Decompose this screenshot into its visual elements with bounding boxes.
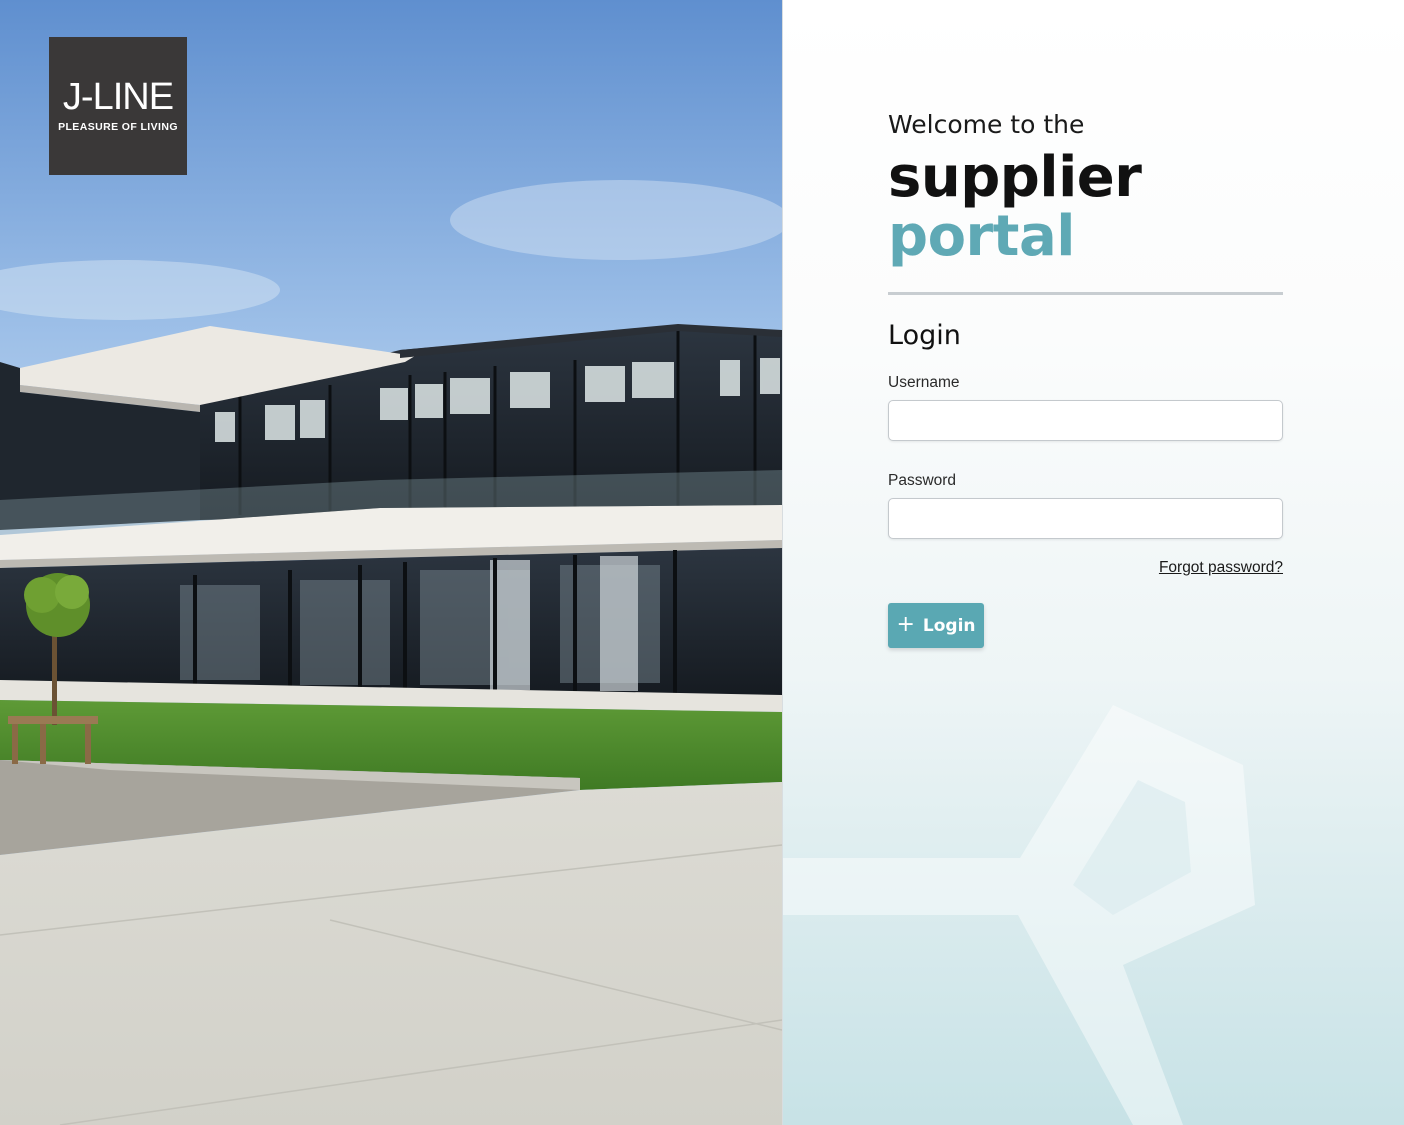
divider	[888, 292, 1283, 295]
username-input[interactable]	[888, 400, 1283, 441]
forgot-password-row: Forgot password?	[888, 557, 1283, 579]
password-label: Password	[888, 472, 957, 489]
password-input[interactable]	[888, 498, 1283, 539]
forgot-password-link[interactable]: Forgot password?	[1159, 559, 1283, 576]
welcome-text: Welcome to the	[888, 110, 1085, 139]
login-button-label: Login	[922, 615, 976, 636]
plus-icon: +	[896, 611, 915, 637]
login-heading: Login	[888, 320, 961, 351]
logo-tagline: PLEASURE OF LIVING	[58, 121, 178, 133]
login-panel: Welcome to the supplier portal Login Use…	[782, 0, 1404, 1125]
username-label: Username	[888, 374, 960, 391]
logo-name: J-LINE	[62, 76, 174, 118]
portal-title-supplier: supplier	[888, 145, 1142, 210]
login-button[interactable]: + Login	[888, 603, 984, 648]
portal-title-portal: portal	[888, 204, 1075, 269]
j-line-logo: J-LINE PLEASURE OF LIVING	[49, 37, 187, 175]
building-photo: J-LINE PLEASURE OF LIVING	[0, 0, 782, 1125]
login-content: Welcome to the supplier portal Login Use…	[888, 108, 1283, 648]
